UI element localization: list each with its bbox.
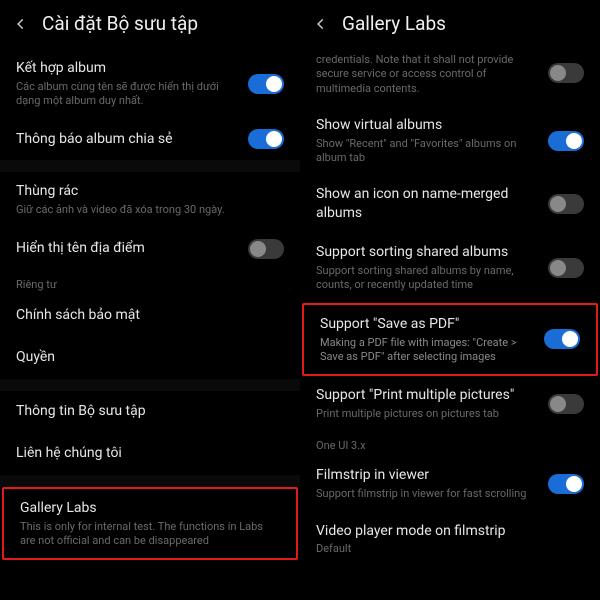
toggle-filmstrip[interactable] [548,474,584,494]
row-save-pdf[interactable]: Support "Save as PDF" Making a PDF file … [304,305,596,374]
row-shared-notify[interactable]: Thông báo album chia sẻ [0,118,300,160]
page-title: Cài đặt Bộ sưu tập [42,12,198,35]
row-sub: Các album cùng tên sẽ được hiển thị dưới… [16,80,236,109]
row-title: Thông tin Bộ sưu tập [16,402,284,421]
row-title: Support "Print multiple pictures" [316,386,536,405]
left-content: Kết hợp album Các album cùng tên sẽ được… [0,49,300,600]
right-panel: Gallery Labs credentials. Note that it s… [300,0,600,600]
right-content: credentials. Note that it shall not prov… [300,49,600,600]
row-credentials-continued[interactable]: credentials. Note that it shall not prov… [300,49,600,106]
row-sub: Print multiple pictures on pictures tab [316,407,536,421]
right-header: Gallery Labs [300,0,600,49]
row-about-gallery[interactable]: Thông tin Bộ sưu tập [0,391,300,433]
row-sub: Support sorting shared albums by name, c… [316,264,536,293]
toggle-merged-icon[interactable] [548,194,584,214]
toggle-virtual-albums[interactable] [548,131,584,151]
row-sort-shared[interactable]: Support sorting shared albums Support so… [300,233,600,302]
row-filmstrip[interactable]: Filmstrip in viewer Support filmstrip in… [300,456,600,511]
row-title: Quyền [16,348,284,367]
highlight-save-pdf: Support "Save as PDF" Making a PDF file … [302,303,598,376]
row-combine-album[interactable]: Kết hợp album Các album cùng tên sẽ được… [0,49,300,118]
row-sub: Giữ các ảnh và video đã xóa trong 30 ngà… [16,203,284,217]
row-sub: Show "Recent" and "Favorites" albums on … [316,137,536,166]
row-title: Support sorting shared albums [316,243,536,262]
row-title: Thông báo album chia sẻ [16,130,236,149]
row-title: Show virtual albums [316,116,536,135]
row-sub: This is only for internal test. The func… [20,520,280,549]
row-title: Show an icon on name-merged albums [316,185,536,223]
row-title: Liên hệ chúng tôi [16,444,284,463]
row-contact-us[interactable]: Liên hệ chúng tôi [0,433,300,475]
row-title: Video player mode on filmstrip [316,522,584,541]
row-sub: credentials. Note that it shall not prov… [316,53,536,96]
separator [0,379,300,391]
page-title: Gallery Labs [342,12,446,35]
row-title: Kết hợp album [16,59,236,78]
toggle-sort-shared[interactable] [548,258,584,278]
separator [0,475,300,487]
row-title: Gallery Labs [20,499,280,518]
toggle-combine[interactable] [248,74,284,94]
toggle-credentials[interactable] [548,63,584,83]
row-sub: Default [316,542,584,556]
row-permissions[interactable]: Quyền [0,337,300,379]
row-merged-icon[interactable]: Show an icon on name-merged albums [300,175,600,233]
row-sub: Making a PDF file with images: "Create >… [320,336,532,365]
row-virtual-albums[interactable]: Show virtual albums Show "Recent" and "F… [300,106,600,175]
toggle-shared-notify[interactable] [248,129,284,149]
row-video-filmstrip[interactable]: Video player mode on filmstrip Default [300,512,600,567]
toggle-location[interactable] [248,239,284,259]
toggle-save-pdf[interactable] [544,329,580,349]
row-title: Filmstrip in viewer [316,466,536,485]
back-icon[interactable] [314,17,328,31]
toggle-print-multiple[interactable] [548,394,584,414]
row-trash[interactable]: Thùng rác Giữ các ảnh và video đã xóa tr… [0,172,300,227]
left-panel: Cài đặt Bộ sưu tập Kết hợp album Các alb… [0,0,300,600]
row-sub: Support filmstrip in viewer for fast scr… [316,487,536,501]
row-location-name[interactable]: Hiển thị tên địa điểm [0,228,300,270]
row-gallery-labs[interactable]: Gallery Labs This is only for internal t… [4,489,296,558]
row-title: Hiển thị tên địa điểm [16,239,236,258]
row-privacy-policy[interactable]: Chính sách bảo mật [0,295,300,337]
section-oneui: One UI 3.x [300,431,600,456]
row-title: Thùng rác [16,182,284,201]
back-icon[interactable] [14,17,28,31]
row-print-multiple[interactable]: Support "Print multiple pictures" Print … [300,376,600,431]
row-title: Support "Save as PDF" [320,315,532,334]
left-header: Cài đặt Bộ sưu tập [0,0,300,49]
highlight-gallery-labs: Gallery Labs This is only for internal t… [2,487,298,560]
row-title: Chính sách bảo mật [16,306,284,325]
separator [0,160,300,172]
section-privacy: Riêng tư [0,270,300,295]
